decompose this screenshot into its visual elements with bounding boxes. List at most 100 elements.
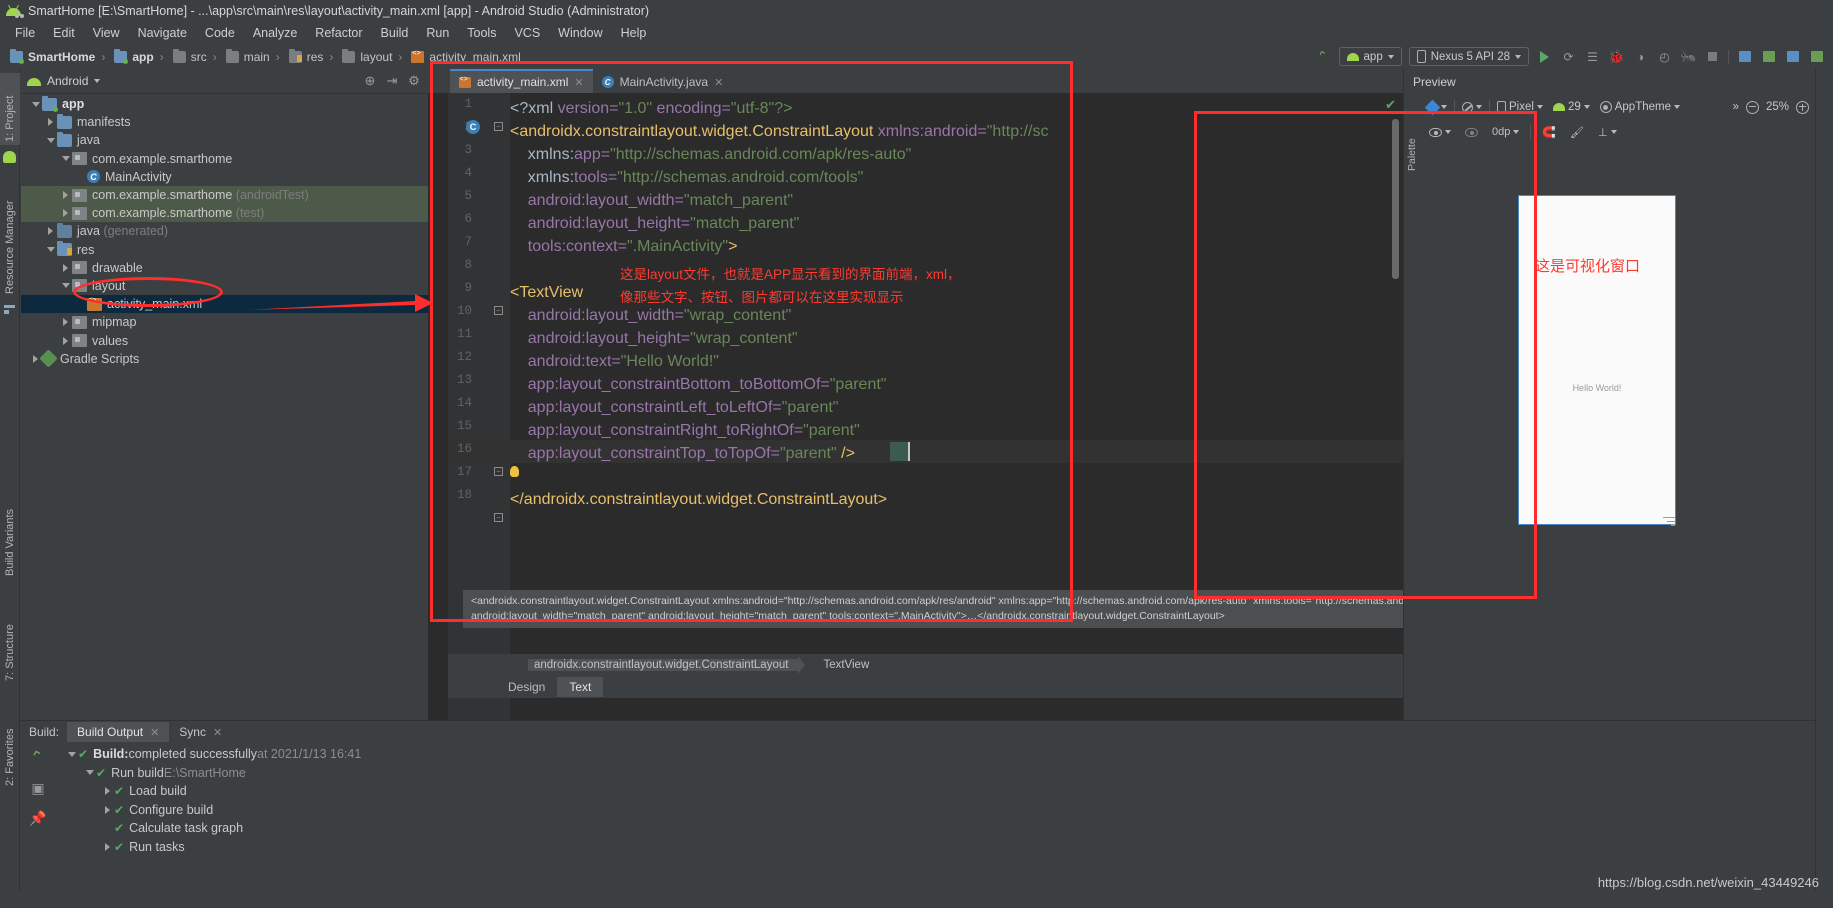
sync-gradle-icon[interactable] bbox=[1784, 48, 1801, 65]
twisty-expanded[interactable] bbox=[59, 156, 72, 162]
build-hammer-icon[interactable]: ⌃ bbox=[1312, 46, 1334, 68]
zoom-out-icon[interactable] bbox=[1745, 100, 1759, 114]
tab-mainactivity-java[interactable]: C MainActivity.java ✕ bbox=[592, 69, 733, 93]
tab-design[interactable]: Design bbox=[496, 677, 557, 697]
debug-icon[interactable]: 🐞 bbox=[1608, 48, 1625, 65]
breadcrumb-src[interactable]: src › bbox=[169, 48, 222, 64]
fold-marker-icon[interactable]: − bbox=[494, 306, 503, 315]
twisty-collapsed[interactable] bbox=[44, 118, 57, 127]
breadcrumb-activity-main-xml[interactable]: activity_main.xml bbox=[407, 50, 524, 64]
menu-run[interactable]: Run bbox=[417, 24, 458, 42]
attach-debugger-icon[interactable]: ⟳ bbox=[1560, 48, 1577, 65]
visibility-toggle[interactable] bbox=[1426, 127, 1454, 137]
build-tree-row[interactable]: ✔ Build: completed successfully at 2021/1… bbox=[57, 745, 1815, 764]
zoom-in-icon[interactable] bbox=[1796, 100, 1809, 114]
resize-grip-icon[interactable] bbox=[1663, 517, 1675, 529]
code-line[interactable]: </androidx.constraintlayout.widget.Const… bbox=[510, 488, 887, 511]
device-selector[interactable]: Pixel bbox=[1494, 100, 1546, 114]
twisty-collapsed[interactable] bbox=[59, 318, 72, 327]
overflow-icon[interactable]: » bbox=[1733, 101, 1739, 113]
attach-process-icon[interactable]: 🐜 bbox=[1680, 48, 1697, 65]
profiler-icon[interactable]: ◴ bbox=[1656, 48, 1673, 65]
device-file-explorer-icon[interactable] bbox=[1808, 48, 1825, 65]
menu-vcs[interactable]: VCS bbox=[505, 24, 549, 42]
menu-edit[interactable]: Edit bbox=[44, 24, 84, 42]
tree-item-activity-main-xml[interactable]: activity_main.xml bbox=[21, 295, 428, 314]
close-icon[interactable]: ✕ bbox=[714, 76, 723, 89]
collapse-all-icon[interactable]: ⇥ bbox=[384, 73, 400, 89]
chevron-down-icon[interactable] bbox=[94, 79, 101, 83]
breadcrumb-constraintlayout[interactable]: androidx.constraintlayout.widget.Constra… bbox=[528, 659, 799, 671]
settings-gear-icon[interactable]: ⚙ bbox=[406, 73, 422, 89]
menu-view[interactable]: View bbox=[84, 24, 129, 42]
code-line[interactable]: <?xml version="1.0" encoding="utf-8"?> bbox=[510, 97, 792, 120]
code-line[interactable]: app:layout_constraintBottom_toBottomOf="… bbox=[510, 373, 887, 396]
fold-marker-icon[interactable]: − bbox=[494, 513, 503, 522]
tree-item-values[interactable]: values bbox=[21, 331, 428, 349]
sdk-manager-icon[interactable] bbox=[1736, 48, 1753, 65]
tree-item-res[interactable]: res bbox=[21, 241, 428, 259]
build-tree-row[interactable]: ✔ Load build bbox=[57, 782, 1815, 801]
close-icon[interactable]: ✕ bbox=[574, 76, 583, 89]
code-line[interactable]: android:text="Hello World!" bbox=[510, 350, 719, 373]
code-line[interactable]: tools:context=".MainActivity"> bbox=[510, 235, 738, 258]
code-line[interactable]: app:layout_constraintRight_toRightOf="pa… bbox=[510, 419, 860, 442]
twisty-expanded[interactable] bbox=[29, 101, 42, 107]
code-line[interactable]: android:layout_width="wrap_content" bbox=[510, 304, 792, 327]
menu-code[interactable]: Code bbox=[196, 24, 244, 42]
rerun-build-icon[interactable]: ⌃ bbox=[18, 739, 59, 777]
orientation-selector[interactable] bbox=[1459, 101, 1485, 113]
code-line[interactable]: <androidx.constraintlayout.widget.Constr… bbox=[510, 120, 1048, 143]
tree-item-java[interactable]: java (generated) bbox=[21, 222, 428, 240]
sidebar-item-build-variants[interactable]: Build Variants bbox=[0, 479, 20, 579]
menu-help[interactable]: Help bbox=[612, 24, 656, 42]
breadcrumb-smarthome[interactable]: SmartHome › bbox=[6, 48, 110, 64]
design-surface-selector[interactable] bbox=[1424, 99, 1450, 115]
baseline-button[interactable]: ⊥ bbox=[1595, 126, 1620, 139]
twisty-collapsed[interactable] bbox=[59, 263, 72, 272]
tab-activity-main-xml[interactable]: activity_main.xml ✕ bbox=[450, 69, 593, 93]
code-line[interactable]: xmlns:app="http://schemas.android.com/ap… bbox=[510, 143, 912, 166]
twisty-collapsed[interactable] bbox=[59, 336, 72, 345]
code-line[interactable]: app:layout_constraintLeft_toLeftOf="pare… bbox=[510, 396, 839, 419]
menu-tools[interactable]: Tools bbox=[458, 24, 505, 42]
breadcrumb-layout[interactable]: layout › bbox=[338, 48, 407, 64]
preview-canvas[interactable]: Hello World! 这是可视化窗口 bbox=[1420, 145, 1815, 720]
magnet-button[interactable]: 🧲 bbox=[1539, 126, 1559, 139]
tree-item-gradle-scripts[interactable]: Gradle Scripts bbox=[21, 349, 428, 368]
tree-item-app[interactable]: app bbox=[21, 95, 428, 113]
tree-item-java[interactable]: java bbox=[21, 131, 428, 149]
tab-sync[interactable]: Sync ✕ bbox=[169, 722, 232, 742]
twisty-collapsed[interactable] bbox=[101, 787, 114, 796]
tree-item-com-example-smarthome[interactable]: com.example.smarthome (test) bbox=[21, 204, 428, 223]
twisty-collapsed[interactable] bbox=[59, 209, 72, 218]
build-tree-row[interactable]: ✔ Run tasks bbox=[57, 838, 1815, 857]
api-level-selector[interactable]: 29 bbox=[1550, 101, 1593, 113]
run-icon[interactable] bbox=[1536, 48, 1553, 65]
default-margin-value[interactable]: 0dp bbox=[1489, 126, 1522, 138]
class-gutter-icon[interactable]: C bbox=[466, 120, 480, 134]
menu-window[interactable]: Window bbox=[549, 24, 611, 42]
build-tree-row[interactable]: ✔ Calculate task graph bbox=[57, 819, 1815, 838]
editor-scrollbar-thumb[interactable] bbox=[1392, 119, 1399, 279]
sidebar-item-project[interactable]: 1: Project bbox=[0, 73, 20, 145]
breadcrumb-main[interactable]: main › bbox=[222, 48, 285, 64]
code-line[interactable]: android:layout_height="wrap_content" bbox=[510, 327, 798, 350]
code-line[interactable]: <TextView bbox=[510, 281, 583, 304]
hide-constraints-button[interactable] bbox=[1462, 127, 1481, 137]
toggle-tasks-icon[interactable]: ▣ bbox=[21, 773, 55, 803]
tab-build-output[interactable]: Build Output ✕ bbox=[67, 722, 170, 742]
intention-bulb-icon[interactable] bbox=[510, 466, 519, 477]
palette-tab[interactable]: Palette bbox=[1404, 95, 1420, 215]
fold-marker-icon[interactable]: − bbox=[494, 122, 503, 131]
twisty-collapsed[interactable] bbox=[101, 805, 114, 814]
code-line[interactable]: app:layout_constraintTop_toTopOf="parent… bbox=[510, 442, 855, 465]
twisty-expanded[interactable] bbox=[44, 137, 57, 143]
twisty-expanded[interactable] bbox=[83, 770, 96, 776]
twisty-expanded[interactable] bbox=[59, 283, 72, 289]
sidebar-item-favorites[interactable]: 2: Favorites bbox=[0, 694, 20, 789]
code-line[interactable]: xmlns:tools="http://schemas.android.com/… bbox=[510, 166, 864, 189]
tree-item-mainactivity[interactable]: C MainActivity bbox=[21, 168, 428, 186]
stop-icon[interactable] bbox=[1704, 48, 1721, 65]
sidebar-item-resource-manager[interactable]: Resource Manager bbox=[0, 169, 20, 297]
